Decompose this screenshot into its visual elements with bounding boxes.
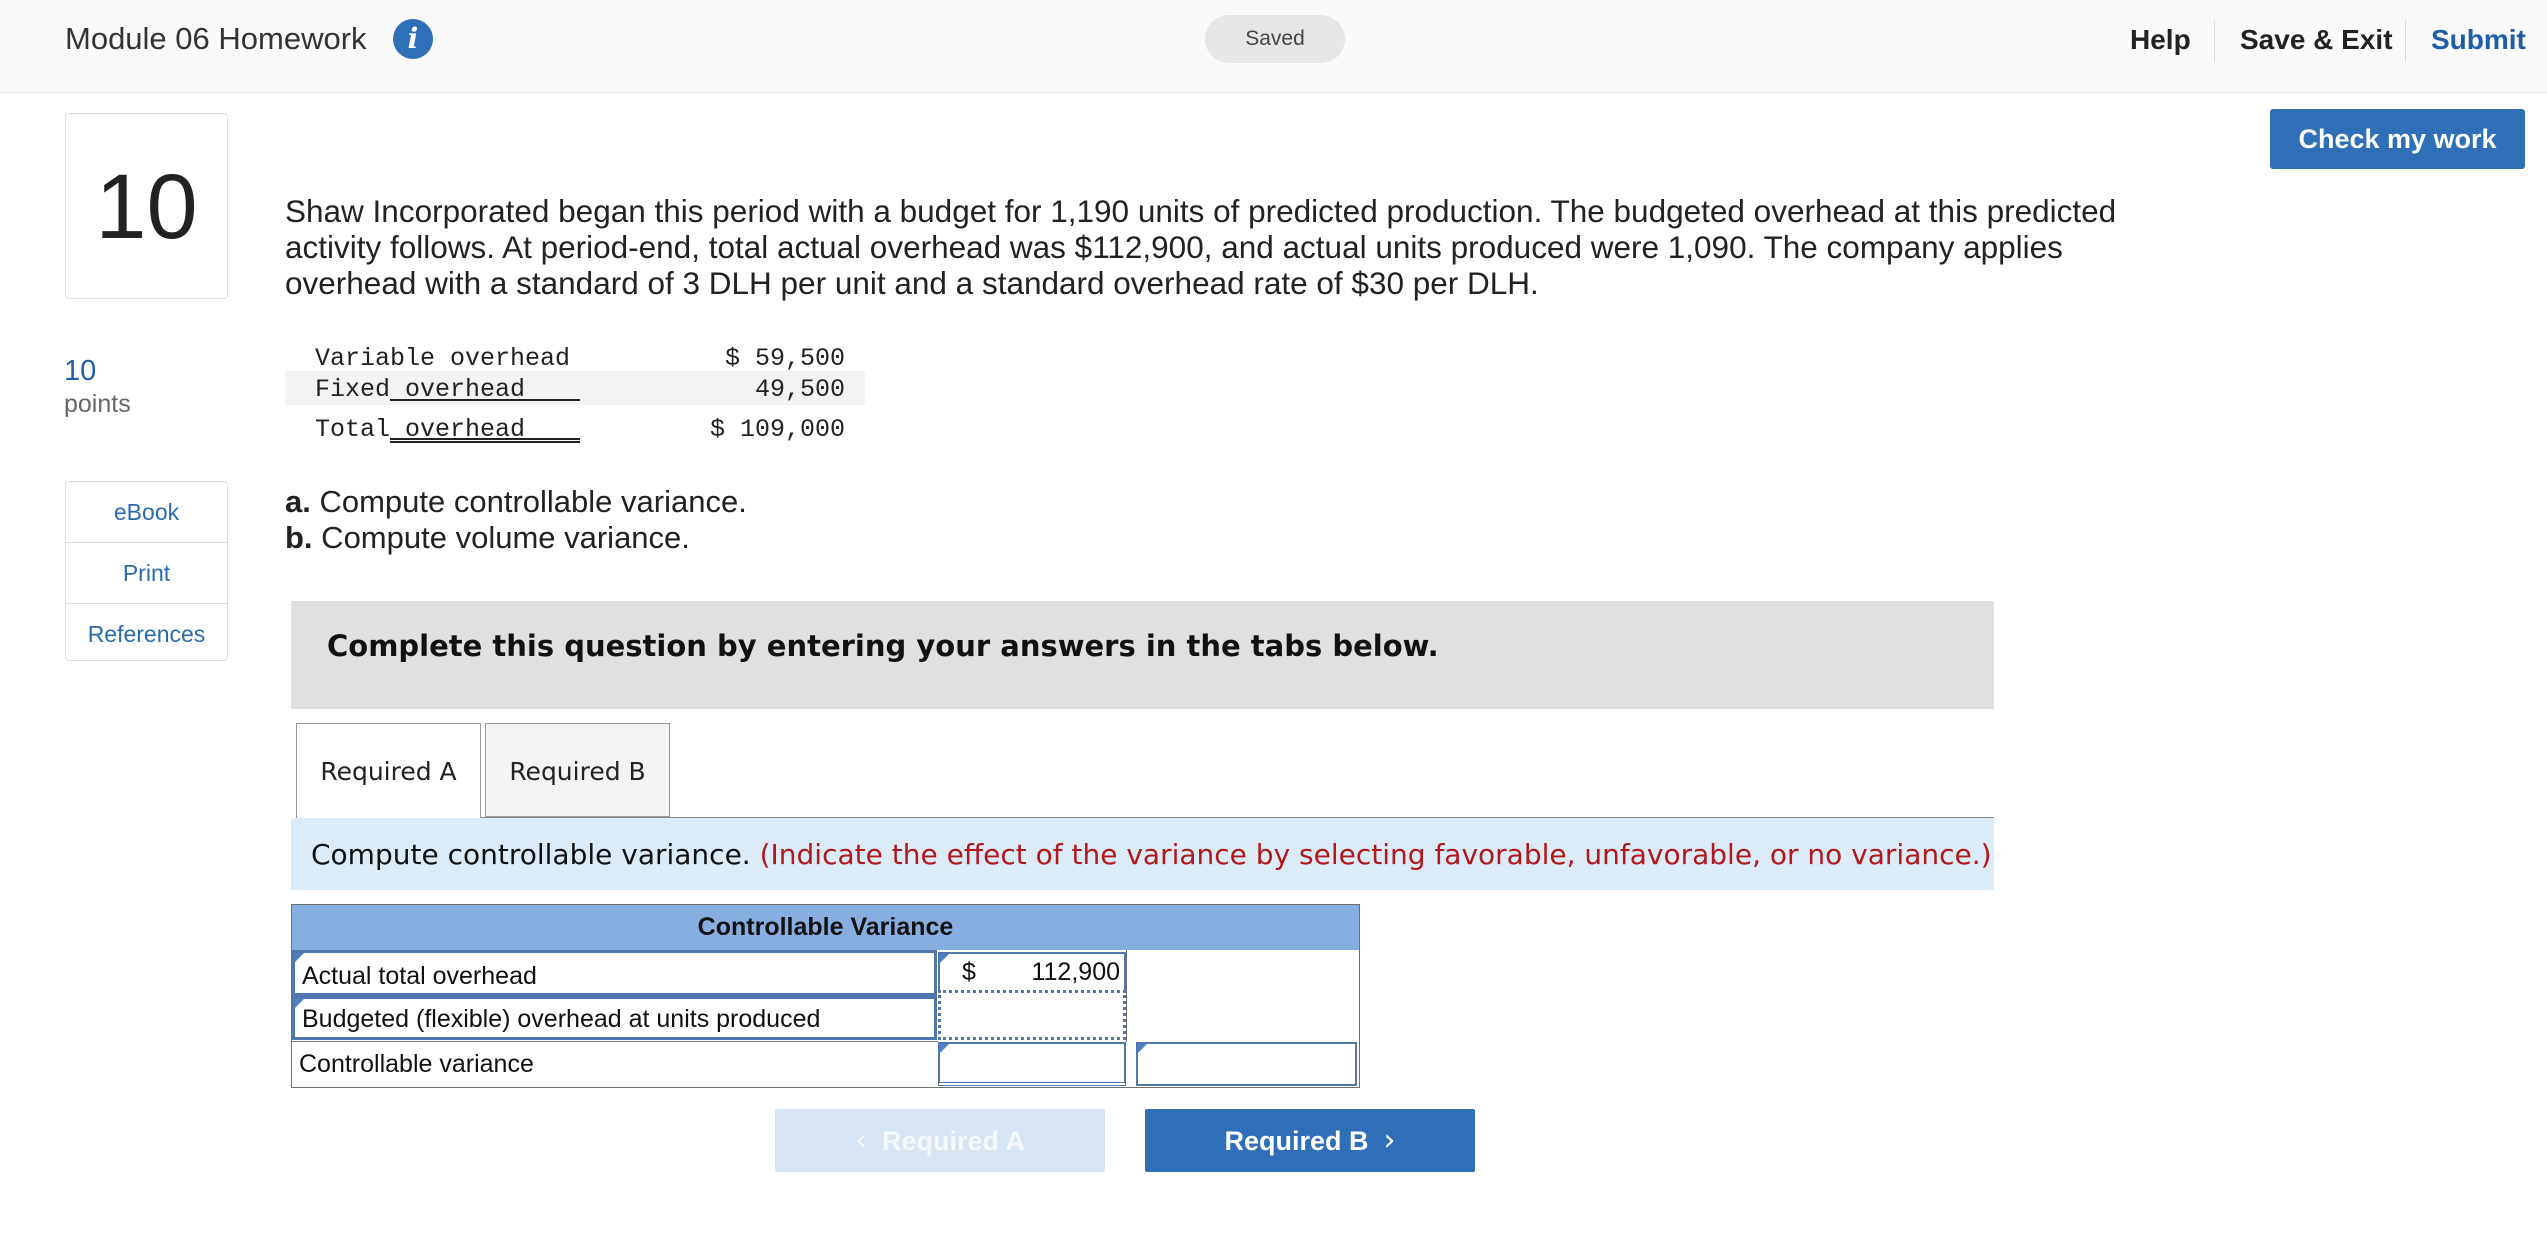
check-my-work-button[interactable]: Check my work: [2270, 109, 2525, 169]
row-label-text: Budgeted (flexible) overhead at units pr…: [302, 1005, 821, 1033]
references-link[interactable]: References: [66, 604, 227, 660]
submit-link[interactable]: Submit: [2431, 24, 2526, 56]
overhead-row: Variable overhead $ 59,500: [285, 340, 865, 374]
row-label-text: Actual total overhead: [302, 962, 537, 990]
currency-symbol: $: [962, 958, 976, 986]
row-divider: [292, 1041, 938, 1042]
top-bar: Module 06 Homework i Saved Help Save & E…: [0, 0, 2547, 93]
table-header: Controllable Variance: [292, 905, 1359, 950]
part-a: a. Compute controllable variance.: [285, 484, 747, 520]
next-required-b-button[interactable]: Required B ›: [1145, 1109, 1475, 1172]
amount-input-budgeted-overhead[interactable]: [938, 995, 1126, 1040]
overhead-value: $ 59,500: [724, 344, 845, 373]
variance-effect-select[interactable]: [1136, 1042, 1357, 1086]
part-a-text: Compute controllable variance.: [310, 484, 747, 519]
row-label-actual-total-overhead[interactable]: Actual total overhead: [292, 950, 937, 996]
total-double-rule: [390, 438, 580, 443]
resource-links: eBook Print References: [65, 481, 228, 661]
input-flag-icon: [295, 953, 304, 962]
effect-cell-blank: [1126, 950, 1359, 1042]
prev-button-label: Required A: [882, 1126, 1026, 1156]
controllable-variance-table: Controllable Variance Actual total overh…: [291, 904, 1360, 1088]
ebook-link[interactable]: eBook: [66, 482, 227, 543]
chevron-right-icon: ›: [1383, 1123, 1396, 1158]
input-flag-icon: [295, 999, 304, 1008]
row-label-budgeted-overhead[interactable]: Budgeted (flexible) overhead at units pr…: [292, 996, 937, 1040]
header-divider: [2405, 20, 2406, 62]
question-number: 10: [95, 156, 198, 258]
part-b-letter: b.: [285, 520, 313, 555]
problem-text: Shaw Incorporated began this period with…: [285, 193, 2117, 301]
save-exit-link[interactable]: Save & Exit: [2240, 24, 2393, 56]
points-label: points: [64, 390, 131, 418]
part-b-text: Compute volume variance.: [312, 520, 690, 555]
part-a-letter: a.: [285, 484, 311, 519]
tab-required-a[interactable]: Required A: [296, 723, 481, 819]
tab-prompt: Compute controllable variance. (Indicate…: [291, 818, 1994, 890]
points-value: 10: [64, 355, 97, 387]
input-flag-icon: [940, 1044, 949, 1053]
prompt-text: Compute controllable variance. (Indicate…: [311, 838, 1992, 871]
prompt-main: Compute controllable variance.: [311, 838, 760, 871]
part-b: b. Compute volume variance.: [285, 520, 747, 556]
prompt-hint: (Indicate the effect of the variance by …: [759, 838, 1992, 871]
assignment-title: Module 06 Homework: [65, 21, 367, 56]
chevron-left-icon: ‹: [854, 1123, 867, 1158]
tab-required-b[interactable]: Required B: [485, 723, 670, 817]
row-label-controllable-variance: Controllable variance: [292, 1042, 937, 1087]
overhead-label: Variable overhead: [315, 344, 571, 373]
amount-input-controllable-variance[interactable]: [938, 1042, 1126, 1086]
overhead-value: 49,500: [754, 375, 845, 404]
info-icon[interactable]: i: [393, 19, 433, 59]
input-flag-icon: [1138, 1044, 1147, 1053]
help-link[interactable]: Help: [2130, 24, 2191, 56]
next-button-label: Required B: [1224, 1126, 1369, 1156]
amount-value: 112,900: [1031, 958, 1120, 986]
subtotal-rule: [390, 399, 580, 401]
question-parts: a. Compute controllable variance. b. Com…: [285, 484, 747, 556]
previous-required-a-button[interactable]: ‹ Required A: [775, 1109, 1105, 1172]
input-flag-icon: [940, 954, 949, 963]
amount-input-actual-overhead[interactable]: $ 112,900: [938, 952, 1126, 993]
header-divider: [2214, 20, 2215, 62]
column-divider: [1126, 950, 1127, 1042]
print-link[interactable]: Print: [66, 543, 227, 604]
question-number-box: 10: [65, 113, 228, 299]
saved-status-badge: Saved: [1205, 15, 1345, 63]
instruction-box: Complete this question by entering your …: [291, 601, 1994, 709]
overhead-value: $ 109,000: [709, 415, 845, 444]
row-label-text: Controllable variance: [299, 1050, 534, 1078]
instruction-text: Complete this question by entering your …: [327, 629, 1439, 663]
